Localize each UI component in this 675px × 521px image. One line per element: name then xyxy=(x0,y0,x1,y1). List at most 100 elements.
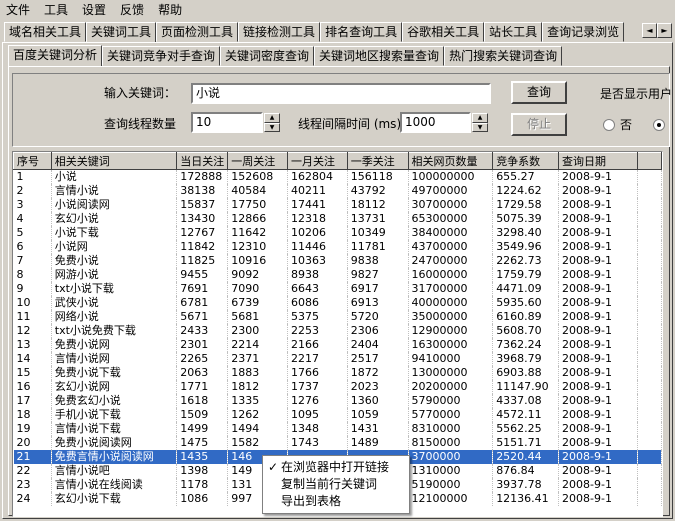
col-header-date[interactable]: 查询日期 xyxy=(558,152,639,170)
table-row[interactable]: 19 言情小说下载 1499 1494 1348 1431 8310000 5562.25 20… xyxy=(13,422,662,436)
cell-competition: 5151.71 xyxy=(492,436,560,450)
keyword-input[interactable]: 小说 xyxy=(191,83,491,104)
tab-domain-tools[interactable]: 域名相关工具 xyxy=(4,22,87,42)
cell-competition: 5562.25 xyxy=(492,422,560,436)
tab-baidu-keyword-analysis[interactable]: 百度关键词分析 xyxy=(8,45,103,67)
spin-down-icon[interactable]: ▼ xyxy=(472,122,488,132)
tab-keyword-region[interactable]: 关键词地区搜索量查询 xyxy=(314,46,445,66)
cell-filler xyxy=(637,450,662,464)
table-row[interactable]: 6 小说网 11842 12310 11446 11781 43700000 3549.96 2… xyxy=(13,240,662,254)
menu-help[interactable]: 帮助 xyxy=(152,0,190,20)
col-header-index[interactable]: 序号 xyxy=(13,152,52,170)
interval-spinner[interactable]: ▲ ▼ xyxy=(472,113,488,132)
cell-keyword: 言情小说吧 xyxy=(51,464,178,478)
col-header-monthly[interactable]: 一月关注 xyxy=(287,152,348,170)
cell-index: 9 xyxy=(13,282,52,296)
cell-competition: 7362.24 xyxy=(492,338,560,352)
cell-keyword: 玄幻小说下载 xyxy=(51,492,178,506)
cell-index: 6 xyxy=(13,240,52,254)
tab-hot-search[interactable]: 热门搜索关键词查询 xyxy=(444,46,563,66)
menu-settings[interactable]: 设置 xyxy=(76,0,114,20)
cell-filler xyxy=(637,240,662,254)
cell-competition: 1224.62 xyxy=(492,184,560,198)
cell-competition: 2520.44 xyxy=(492,450,560,464)
col-header-pages[interactable]: 相关网页数量 xyxy=(407,152,494,170)
cell-index: 3 xyxy=(13,198,52,212)
cell-pages: 12900000 xyxy=(408,324,494,338)
spin-up-icon[interactable]: ▲ xyxy=(472,113,488,123)
table-row[interactable]: 17 免费玄幻小说 1618 1335 1276 1360 5790000 4337.08 20… xyxy=(13,394,662,408)
col-header-keyword[interactable]: 相关关键词 xyxy=(50,152,178,170)
ctx-open-in-browser[interactable]: ✓ 在浏览器中打开链接 xyxy=(263,459,409,476)
col-header-weekly[interactable]: 一周关注 xyxy=(227,152,288,170)
cell-monthly: 1095 xyxy=(287,408,348,422)
table-row[interactable]: 11 网络小说 5671 5681 5375 5720 35000000 6160.89 200… xyxy=(13,310,662,324)
threads-input[interactable]: 10 xyxy=(191,112,263,133)
cell-competition: 3298.40 xyxy=(492,226,560,240)
table-row[interactable]: 14 言情小说网 2265 2371 2217 2517 9410000 3968.79 200… xyxy=(13,352,662,366)
tab-google-tools[interactable]: 谷歌相关工具 xyxy=(402,22,485,42)
tab-keyword-density[interactable]: 关键词密度查询 xyxy=(220,46,315,66)
threads-spinner[interactable]: ▲ ▼ xyxy=(264,113,280,132)
tab-webmaster-tools[interactable]: 站长工具 xyxy=(484,22,543,42)
table-row[interactable]: 15 免费小说下载 2063 1883 1766 1872 13000000 6903.88 2… xyxy=(13,366,662,380)
spin-down-icon[interactable]: ▼ xyxy=(264,122,280,132)
table-row[interactable]: 10 武侠小说 6781 6739 6086 6913 40000000 5935.60 200… xyxy=(13,296,662,310)
table-row[interactable]: 5 小说下载 12767 11642 10206 10349 38400000 3298.40… xyxy=(13,226,662,240)
table-row[interactable]: 18 手机小说下载 1509 1262 1095 1059 5770000 4572.11 20… xyxy=(13,408,662,422)
cell-date: 2008-9-1 xyxy=(558,352,639,366)
table-row[interactable]: 8 网游小说 9455 9092 8938 9827 16000000 1759.79 2008… xyxy=(13,268,662,282)
tab-link-check[interactable]: 链接检测工具 xyxy=(238,22,321,42)
cell-index: 13 xyxy=(13,338,52,352)
menu-feedback[interactable]: 反馈 xyxy=(114,0,152,20)
ctx-export-table[interactable]: 导出到表格 xyxy=(263,493,409,510)
cell-daily: 1435 xyxy=(176,450,229,464)
ctx-copy-keyword[interactable]: 复制当前行关键词 xyxy=(263,476,409,493)
tab-scroll-right-icon[interactable]: ► xyxy=(657,23,672,38)
spin-up-icon[interactable]: ▲ xyxy=(264,113,280,123)
table-row[interactable]: 7 免费小说 11825 10916 10363 9838 24700000 2262.73 2… xyxy=(13,254,662,268)
cell-competition: 11147.90 xyxy=(492,380,560,394)
cell-competition: 1729.58 xyxy=(492,198,560,212)
menu-tools[interactable]: 工具 xyxy=(38,0,76,20)
query-button[interactable]: 查询 xyxy=(511,81,567,104)
radio-no[interactable] xyxy=(603,119,615,131)
tab-keyword-tools[interactable]: 关键词工具 xyxy=(86,22,157,42)
cell-date: 2008-9-1 xyxy=(558,338,639,352)
cell-daily: 2063 xyxy=(176,366,229,380)
cell-filler xyxy=(637,380,662,394)
radio-yes[interactable] xyxy=(653,119,665,131)
menu-file[interactable]: 文件 xyxy=(0,0,38,20)
col-header-quarterly[interactable]: 一季关注 xyxy=(346,152,409,170)
table-row[interactable]: 4 玄幻小说 13430 12866 12318 13731 65300000 5075.39… xyxy=(13,212,662,226)
table-row[interactable]: 20 免费小说阅读网 1475 1582 1743 1489 8150000 5151.71 2… xyxy=(13,436,662,450)
col-header-competition[interactable]: 竞争系数 xyxy=(492,152,560,170)
threads-label: 查询线程数量 xyxy=(104,117,177,131)
table-row[interactable]: 9 txt小说下载 7691 7090 6643 6917 31700000 4471.09 2… xyxy=(13,282,662,296)
cell-daily: 11825 xyxy=(176,254,229,268)
cell-keyword: 免费小说 xyxy=(51,254,178,268)
tab-keyword-competitor[interactable]: 关键词竞争对手查询 xyxy=(102,46,221,66)
col-header-daily[interactable]: 当日关注 xyxy=(176,152,229,170)
table-row[interactable]: 2 言情小说 38138 40584 40211 43792 49700000 1224.62… xyxy=(13,184,662,198)
table-row[interactable]: 13 免费小说网 2301 2214 2166 2404 16300000 7362.24 20… xyxy=(13,338,662,352)
radio-no-label: 否 xyxy=(620,118,633,132)
cell-filler xyxy=(637,268,662,282)
cell-keyword: 免费言情小说阅读网 xyxy=(51,450,178,464)
tab-ranking[interactable]: 排名查询工具 xyxy=(320,22,403,42)
cell-index: 23 xyxy=(13,478,52,492)
interval-input[interactable]: 1000 xyxy=(400,112,471,133)
cell-daily: 172888 xyxy=(176,169,229,184)
radio-selected-dot xyxy=(657,123,661,127)
table-row[interactable]: 3 小说阅读网 15837 17750 17441 18112 30700000 1729.5… xyxy=(13,198,662,212)
table-row[interactable]: 12 txt小说免费下载 2433 2300 2253 2306 12900000 5608.… xyxy=(13,324,662,338)
cell-daily: 38138 xyxy=(176,184,229,198)
cell-index: 4 xyxy=(13,212,52,226)
tab-query-history[interactable]: 查询记录浏览 xyxy=(542,22,625,42)
cell-daily: 1509 xyxy=(176,408,229,422)
table-row[interactable]: 1 小说 172888 152608 162804 156118 100000000 655.… xyxy=(13,169,662,184)
table-row[interactable]: 16 玄幻小说网 1771 1812 1737 2023 20200000 11147.90 2… xyxy=(13,380,662,394)
tab-scroll-left-icon[interactable]: ◄ xyxy=(642,23,657,38)
stop-button[interactable]: 停止 xyxy=(511,113,567,136)
tab-page-check[interactable]: 页面检测工具 xyxy=(156,22,239,42)
